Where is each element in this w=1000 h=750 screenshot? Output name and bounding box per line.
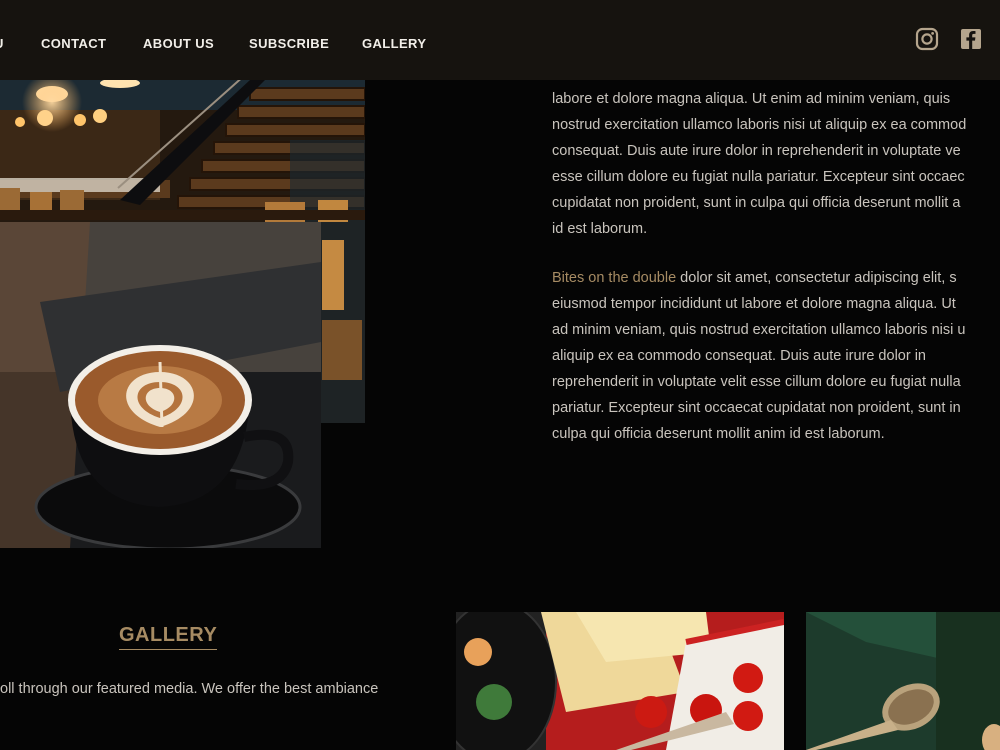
- text-line: aliquip ex ea commodo consequat. Duis au…: [552, 348, 926, 364]
- nav-item-subscribe[interactable]: SUBSCRIBE: [249, 36, 329, 51]
- facebook-icon[interactable]: [958, 26, 984, 52]
- text-line: eiusmod tempor incididunt ut labore et d…: [552, 296, 956, 312]
- text-span: dolor sit amet, consectetur adipiscing e…: [676, 270, 957, 286]
- gallery-description: oll through our featured media. We offer…: [0, 681, 379, 697]
- text-line: cupidatat non proident, sunt in culpa qu…: [552, 195, 961, 211]
- instagram-icon[interactable]: [914, 26, 940, 52]
- text-line: nostrud exercitation ullamco laboris nis…: [552, 117, 967, 133]
- gallery-image-food[interactable]: [456, 612, 784, 750]
- nav-item-about-us[interactable]: ABOUT US: [143, 36, 214, 51]
- about-paragraph-1: labore et dolore magna aliqua. Ut enim a…: [552, 86, 1000, 242]
- nav-item-menu[interactable]: U: [0, 36, 4, 51]
- text-line: Bites on the double dolor sit amet, cons…: [552, 265, 1000, 291]
- text-line: labore et dolore magna aliqua. Ut enim a…: [552, 91, 951, 107]
- text-line: esse cillum dolore eu fugiat nulla paria…: [552, 169, 965, 185]
- text-line: culpa qui officia deserunt mollit anim i…: [552, 426, 885, 442]
- text-line: id est laborum.: [552, 221, 648, 237]
- text-line: ad minim veniam, quis nostrud exercitati…: [552, 322, 966, 338]
- gallery-image-spoons[interactable]: [806, 612, 1000, 750]
- gallery-heading: GALLERY: [119, 624, 218, 650]
- text-line: consequat. Duis aute irure dolor in repr…: [552, 143, 961, 159]
- text-line: reprehenderit in voluptate velit esse ci…: [552, 374, 961, 390]
- text-line: pariatur. Excepteur sint occaecat cupida…: [552, 400, 961, 416]
- nav-item-contact[interactable]: CONTACT: [41, 36, 106, 51]
- nav-item-gallery[interactable]: GALLERY: [362, 36, 426, 51]
- top-navigation-bar: U CONTACT ABOUT US SUBSCRIBE GALLERY: [0, 0, 1000, 80]
- about-paragraph-2: Bites on the double dolor sit amet, cons…: [552, 265, 1000, 447]
- highlight-text: Bites on the double: [552, 270, 677, 286]
- latte-coffee-image: [0, 222, 321, 548]
